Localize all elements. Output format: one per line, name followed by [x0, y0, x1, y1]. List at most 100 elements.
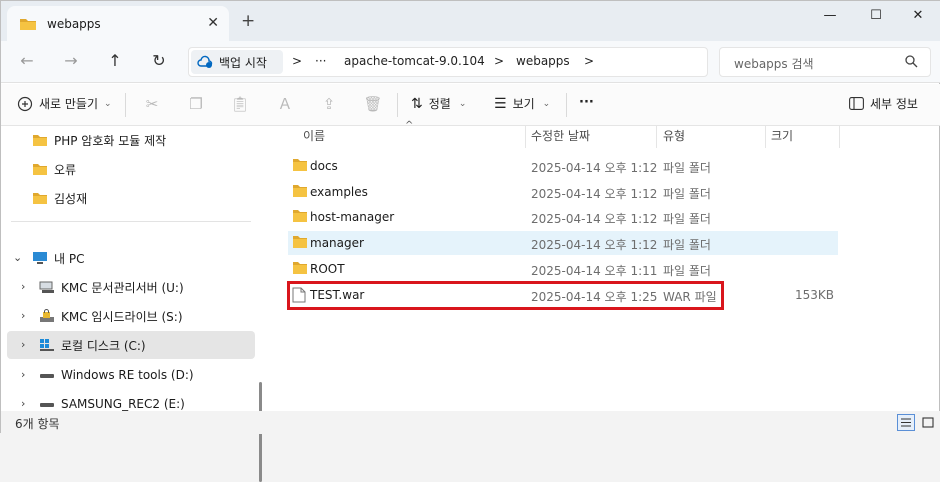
- table-row[interactable]: examples 2025-04-14 오후 1:12 파일 폴더: [288, 180, 838, 204]
- locked-drive-icon: [40, 309, 54, 322]
- tiles-view-button[interactable]: [919, 414, 937, 431]
- column-header-size[interactable]: 크기: [771, 126, 793, 148]
- divider: [656, 126, 657, 148]
- folder-icon: [33, 134, 47, 146]
- paste-icon[interactable]: 📋︎: [230, 94, 250, 114]
- table-row[interactable]: host-manager 2025-04-14 오후 1:12 파일 폴더: [288, 205, 838, 229]
- details-view-icon: [901, 418, 911, 427]
- close-button[interactable]: ✕: [895, 5, 940, 27]
- divider: [839, 126, 840, 148]
- tab-webapps[interactable]: webapps ✕: [7, 6, 229, 42]
- chevron-down-icon: ⌄: [458, 98, 467, 109]
- tab-close-button[interactable]: ✕: [207, 15, 219, 31]
- drive-icon: [40, 403, 54, 407]
- back-icon[interactable]: ←: [15, 50, 39, 72]
- breadcrumb-tomcat[interactable]: apache-tomcat-9.0.104: [344, 54, 485, 68]
- column-header-date[interactable]: 수정한 날짜: [531, 126, 590, 148]
- more-options-button[interactable]: ···: [579, 95, 594, 110]
- view-label: 보기: [512, 97, 535, 111]
- folder-icon: [293, 236, 307, 248]
- navigation-bar: ← → ↑ ↻ 백업 시작 > ··· apache-tomcat-9.0.10…: [1, 41, 940, 83]
- chevron-down-icon[interactable]: ⌄: [13, 251, 22, 264]
- file-type: 파일 폴더: [663, 264, 711, 278]
- folder-icon: [293, 262, 307, 274]
- sidebar-item-drive-s[interactable]: › KMC 임시드라이브 (S:): [7, 302, 255, 330]
- delete-icon[interactable]: 🗑︎: [363, 94, 383, 114]
- search-box[interactable]: webapps 검색: [719, 47, 931, 77]
- file-type: 파일 폴더: [663, 187, 711, 201]
- sidebar-item-drive-c[interactable]: › 로컬 디스크 (C:): [7, 331, 255, 359]
- breadcrumb-separator[interactable]: >: [292, 54, 302, 68]
- breadcrumb-separator[interactable]: >: [494, 54, 504, 68]
- file-name: manager: [310, 236, 364, 250]
- chevron-right-icon[interactable]: ›: [21, 309, 25, 322]
- folder-icon: [293, 185, 307, 197]
- breadcrumb-separator[interactable]: >: [584, 54, 594, 68]
- sidebar-item-user[interactable]: 김성재: [7, 184, 255, 212]
- file-date: 2025-04-14 오후 1:12: [531, 212, 658, 226]
- minimize-button[interactable]: —: [807, 5, 853, 27]
- copy-icon[interactable]: ❐: [186, 94, 206, 114]
- navigation-pane: PHP 암호화 모듈 제작 오류 김성재 ⌄ 내 PC › KMC 문서관리서버…: [1, 126, 263, 482]
- divider: [566, 93, 567, 117]
- file-list: ^ 이름 수정한 날짜 유형 크기 docs 2025-04-14 오후 1:1…: [271, 120, 939, 412]
- pc-icon: [33, 252, 47, 264]
- chevron-right-icon[interactable]: ›: [21, 280, 25, 293]
- table-row[interactable]: manager 2025-04-14 오후 1:12 파일 폴더: [288, 231, 838, 255]
- item-count: 6개 항목: [15, 417, 60, 431]
- breadcrumb-overflow[interactable]: ···: [315, 54, 326, 68]
- tab-title: webapps: [47, 17, 101, 31]
- breadcrumb-webapps[interactable]: webapps: [516, 54, 570, 68]
- folder-icon: [33, 163, 47, 175]
- refresh-icon[interactable]: ↻: [147, 50, 171, 72]
- table-row[interactable]: ROOT 2025-04-14 오후 1:11 파일 폴더: [288, 257, 838, 281]
- backup-button[interactable]: 백업 시작: [191, 50, 283, 74]
- divider: [525, 126, 526, 148]
- folder-icon: [293, 210, 307, 222]
- sidebar-item-php[interactable]: PHP 암호화 모듈 제작: [7, 126, 255, 154]
- sidebar-item-label: 김성재: [54, 191, 88, 206]
- sort-button[interactable]: ⇅ 정렬 ⌄: [411, 95, 466, 112]
- file-date: 2025-04-14 오후 1:11: [531, 264, 658, 278]
- sidebar-item-label: 오류: [54, 162, 77, 177]
- details-label: 세부 정보: [870, 97, 918, 111]
- view-button[interactable]: ☰ 보기 ⌄: [494, 95, 550, 112]
- cut-icon[interactable]: ✂: [142, 94, 162, 114]
- sidebar-item-label: 로컬 디스크 (C:): [61, 338, 146, 353]
- chevron-down-icon: ⌄: [542, 98, 551, 109]
- sidebar-item-drive-u[interactable]: › KMC 문서관리서버 (U:): [7, 273, 255, 301]
- address-bar[interactable]: 백업 시작 > ··· apache-tomcat-9.0.104 > weba…: [188, 47, 708, 77]
- search-icon: [905, 55, 918, 68]
- table-row[interactable]: docs 2025-04-14 오후 1:12 파일 폴더: [288, 154, 838, 178]
- sidebar-item-label: SAMSUNG_REC2 (E:): [61, 397, 185, 411]
- sidebar-item-errors[interactable]: 오류: [7, 155, 255, 183]
- column-header-name[interactable]: 이름: [303, 126, 325, 148]
- up-icon[interactable]: ↑: [103, 50, 127, 72]
- sidebar-item-this-pc[interactable]: ⌄ 내 PC: [7, 244, 255, 272]
- cloud-backup-icon: [197, 55, 213, 68]
- file-name: ROOT: [310, 262, 345, 276]
- rename-icon[interactable]: Ａ: [275, 94, 295, 114]
- highlight-box: [287, 281, 724, 310]
- explorer-window: webapps ✕ + — ☐ ✕ ← → ↑ ↻ 백업 시작 > ··· ap…: [0, 0, 940, 482]
- chevron-right-icon[interactable]: ›: [21, 397, 25, 410]
- new-label: 새로 만들기: [39, 97, 99, 111]
- folder-icon: [33, 192, 47, 204]
- sidebar-item-drive-d[interactable]: › Windows RE tools (D:): [7, 361, 255, 389]
- details-pane-button[interactable]: 세부 정보: [849, 95, 918, 112]
- details-view-button[interactable]: [897, 414, 915, 431]
- new-button[interactable]: 새로 만들기 ⌄: [17, 95, 112, 112]
- chevron-right-icon[interactable]: ›: [21, 338, 25, 351]
- share-icon[interactable]: ⇪: [319, 94, 339, 114]
- sidebar-item-label: Windows RE tools (D:): [61, 368, 194, 382]
- view-list-icon: ☰: [494, 95, 507, 112]
- forward-icon[interactable]: →: [59, 50, 83, 72]
- chevron-right-icon[interactable]: ›: [21, 368, 25, 381]
- column-header-type[interactable]: 유형: [663, 126, 685, 148]
- search-input[interactable]: webapps 검색: [734, 55, 814, 72]
- drive-icon: [40, 374, 54, 378]
- file-type: 파일 폴더: [663, 238, 711, 252]
- maximize-button[interactable]: ☐: [853, 5, 899, 27]
- sort-ascending-icon: ^: [405, 120, 414, 131]
- new-tab-button[interactable]: +: [241, 11, 255, 31]
